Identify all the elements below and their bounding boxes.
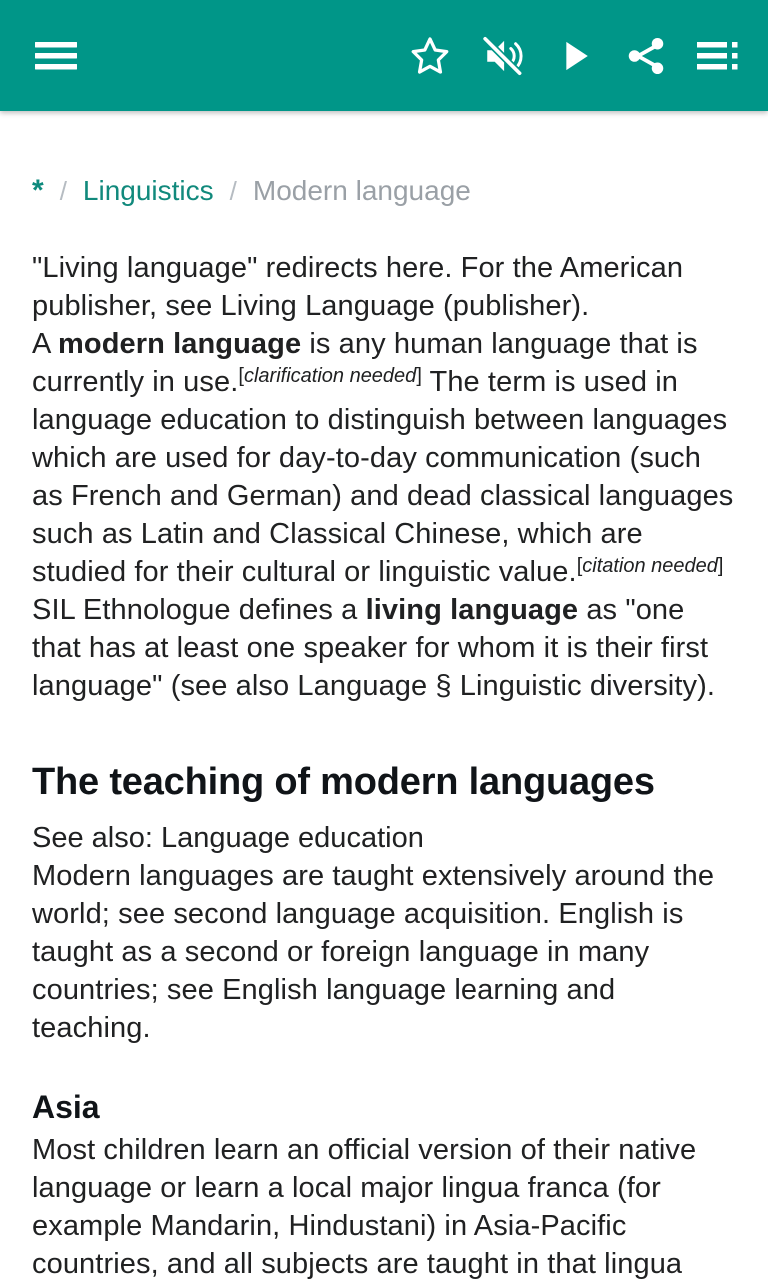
mute-button[interactable] [466, 20, 538, 92]
breadcrumb: * / Linguistics / Modern language [32, 111, 736, 219]
hatnote: "Living language" redirects here. For th… [32, 249, 736, 325]
section-paragraph-teaching: Modern languages are taught extensively … [32, 860, 715, 1044]
clarification-needed-tag[interactable]: [clarification needed] [238, 365, 421, 387]
share-button[interactable] [610, 20, 682, 92]
hatnote-line-2: see Living Language (publisher). [165, 290, 590, 322]
breadcrumb-home-link[interactable]: * [32, 173, 44, 209]
breadcrumb-current-page: Modern language [252, 175, 471, 206]
see-also-note: See also: Language education [32, 822, 424, 854]
hamburger-menu-icon [35, 41, 77, 71]
lead-paragraph: A modern language is any human language … [32, 325, 736, 705]
section-paragraph-asia: Most children learn an official version … [32, 1134, 697, 1280]
menu-button[interactable] [20, 20, 92, 92]
ref-bracket-close-2: ] [717, 555, 724, 577]
watchlist-button[interactable] [394, 20, 466, 92]
lead-text-1: A [32, 328, 58, 360]
lead-term-modern-language: modern language [58, 328, 302, 360]
lead-text-4: SIL Ethnologue defines a [32, 594, 366, 626]
sub-heading-asia: Asia [32, 1089, 100, 1125]
section-heading-teaching: The teaching of modern languages [32, 761, 655, 803]
citation-needed-tag[interactable]: [citation needed] [577, 555, 724, 577]
star-outline-icon [407, 33, 453, 79]
app-bar [0, 0, 768, 111]
ref-label-1: clarification needed [243, 365, 417, 387]
lead-term-living-language: living language [365, 594, 579, 626]
contents-button[interactable] [682, 20, 754, 92]
article-content: * / Linguistics / Modern language "Livin… [0, 111, 768, 1280]
breadcrumb-item-linguistics[interactable]: Linguistics [83, 174, 214, 208]
app-bar-actions [394, 20, 754, 92]
volume-off-icon [479, 33, 525, 79]
ref-label-2: citation needed [582, 555, 718, 577]
play-button[interactable] [538, 20, 610, 92]
share-icon [623, 33, 669, 79]
breadcrumb-separator-2: / [229, 176, 237, 206]
breadcrumb-separator-1: / [59, 176, 67, 206]
table-of-contents-icon [697, 41, 739, 71]
play-icon [551, 33, 597, 79]
